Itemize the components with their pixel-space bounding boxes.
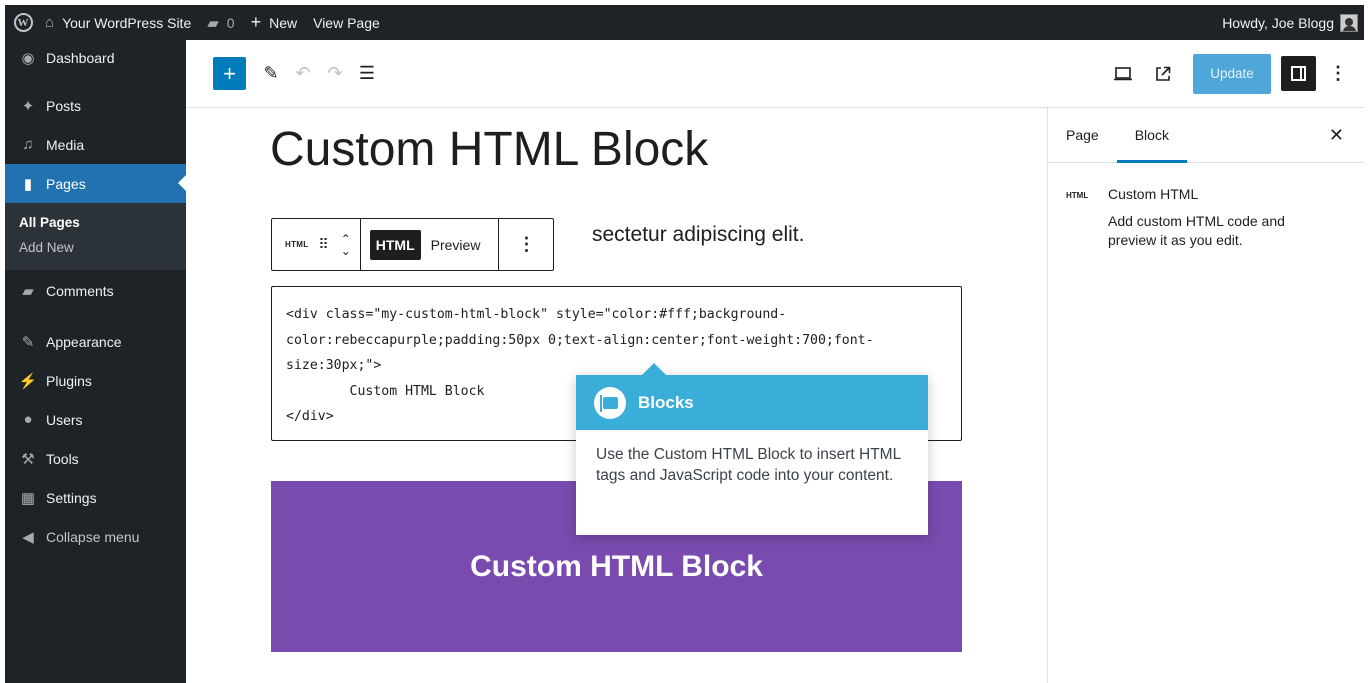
edit-mode-button[interactable]: ✎	[255, 57, 287, 90]
block-card: HTML Custom HTML Add custom HTML code an…	[1048, 163, 1364, 273]
pointer-title: Blocks	[638, 392, 694, 412]
document-overview-button[interactable]: ☰	[351, 57, 383, 90]
admin-bar: W ⌂ Your WordPress Site ▰ 0 + New View P…	[5, 5, 1364, 40]
sidebar-item-appearance[interactable]: ✎ Appearance	[5, 322, 186, 361]
sidebar-item-label: Appearance	[46, 333, 122, 350]
blocks-tour-pointer: Blocks Use the Custom HTML Block to inse…	[576, 363, 928, 535]
settings-icon: ▦	[20, 489, 36, 507]
plug-icon: ⚡	[18, 372, 38, 390]
flag-icon	[594, 386, 626, 419]
sidebar-item-label: Dashboard	[46, 50, 115, 66]
my-account-link[interactable]: Howdy, Joe Blogg	[1214, 5, 1358, 40]
media-icon: ♫	[22, 136, 34, 153]
html-preview-tabs: HTML Preview	[361, 219, 500, 270]
tab-html[interactable]: HTML	[369, 229, 421, 260]
comments-count: 0	[226, 14, 235, 31]
pointer-body: Use the Custom HTML Block to insert HTML…	[596, 446, 901, 484]
submenu-item-add-new[interactable]: Add New	[5, 235, 186, 260]
comments-link[interactable]: ▰ 0	[199, 5, 242, 40]
more-options-icon: ⋮	[517, 234, 536, 254]
pointer-header: Blocks	[576, 363, 928, 430]
sidebar-item-settings[interactable]: ▦ Settings	[5, 478, 186, 517]
block-switcher[interactable]: HTML ⠿ ⌃ ⌄	[272, 219, 361, 270]
drag-handle-icon[interactable]: ⠿	[318, 236, 328, 253]
move-down-icon[interactable]: ⌄	[341, 245, 351, 257]
view-page-label: View Page	[313, 14, 380, 31]
sidebar-item-label: Tools	[46, 450, 79, 467]
block-toolbar: HTML ⠿ ⌃ ⌄ HTML Preview ⋮	[271, 218, 555, 271]
options-menu-button[interactable]: ⋮	[1322, 57, 1354, 90]
page-title[interactable]: Custom HTML Block	[270, 122, 708, 177]
preview-device-button[interactable]	[1107, 57, 1139, 90]
home-icon: ⌂	[45, 14, 55, 31]
sidebar-item-label: Settings	[46, 489, 97, 506]
block-movers: ⌃ ⌄	[341, 233, 351, 257]
pages-icon: ▮	[23, 175, 33, 193]
dashboard-icon: ◉	[21, 50, 35, 67]
admin-sidebar: ◉ Dashboard ✦ Posts ♫ Media ▮ Pages All …	[5, 40, 186, 683]
sidebar-item-label: Users	[46, 411, 83, 428]
pages-submenu: All Pages Add New	[5, 203, 186, 270]
inspector-tabs: Page Block ✕	[1048, 108, 1364, 163]
avatar	[1340, 13, 1358, 32]
preview-text: Custom HTML Block	[470, 549, 763, 583]
site-name-label: Your WordPress Site	[62, 14, 192, 31]
tab-preview[interactable]: Preview	[421, 237, 487, 253]
users-icon: ●	[23, 411, 33, 428]
new-content-link[interactable]: + New	[243, 5, 306, 40]
sidebar-item-users[interactable]: ● Users	[5, 400, 186, 439]
sidebar-item-comments[interactable]: ▰ Comments	[5, 270, 186, 312]
wordpress-logo-icon[interactable]: W	[9, 9, 37, 37]
laptop-icon	[1114, 66, 1132, 80]
block-description: Add custom HTML code and preview it as y…	[1108, 213, 1285, 248]
sidebar-item-tools[interactable]: ⚒ Tools	[5, 439, 186, 478]
sidebar-item-pages[interactable]: ▮ Pages	[5, 164, 186, 203]
sidebar-item-label: Media	[46, 136, 85, 153]
editor-toolbar: + ✎ ↶ ↷ ☰ Update ⋮	[186, 40, 1364, 108]
sidebar-item-label: Collapse menu	[46, 528, 140, 545]
paragraph-text: sectetur adipiscing elit.	[592, 223, 805, 246]
sidebar-item-dashboard[interactable]: ◉ Dashboard	[5, 40, 186, 76]
sidebar-panel-icon	[1291, 66, 1306, 81]
comment-icon: ▰	[207, 14, 219, 32]
site-name-link[interactable]: ⌂ Your WordPress Site	[37, 5, 199, 40]
block-inserter-button[interactable]: +	[213, 57, 246, 90]
block-inspector: Page Block ✕ HTML Custom HTML Add custom…	[1047, 108, 1364, 683]
close-icon[interactable]: ✕	[1329, 125, 1344, 146]
tab-page[interactable]: Page	[1048, 108, 1117, 163]
block-options[interactable]: ⋮	[499, 219, 553, 270]
collapse-menu-button[interactable]: ◀ Collapse menu	[5, 517, 186, 556]
sidebar-item-media[interactable]: ♫ Media	[5, 125, 186, 164]
collapse-icon: ◀	[22, 528, 34, 546]
submenu-item-all-pages[interactable]: All Pages	[5, 210, 186, 235]
html-block-icon: HTML	[285, 240, 309, 249]
plus-icon: +	[250, 12, 262, 32]
brush-icon: ✎	[21, 333, 35, 351]
pin-icon: ✦	[21, 97, 35, 115]
sidebar-item-label: Comments	[46, 283, 114, 299]
redo-button[interactable]: ↷	[319, 57, 351, 90]
view-page-link[interactable]: View Page	[305, 5, 388, 40]
sidebar-item-label: Plugins	[46, 372, 92, 389]
html-block-icon: HTML	[1066, 191, 1089, 200]
view-page-external-button[interactable]	[1147, 57, 1179, 90]
tab-block[interactable]: Block	[1117, 108, 1187, 163]
sidebar-item-label: Pages	[46, 175, 86, 192]
block-name: Custom HTML	[1108, 186, 1199, 202]
new-label: New	[269, 14, 298, 31]
undo-button[interactable]: ↶	[287, 57, 319, 90]
sidebar-item-plugins[interactable]: ⚡ Plugins	[5, 361, 186, 400]
settings-sidebar-toggle[interactable]	[1281, 56, 1316, 91]
comment-icon: ▰	[22, 283, 34, 300]
update-button[interactable]: Update	[1193, 53, 1271, 94]
wrench-icon: ⚒	[21, 450, 35, 468]
greeting-label: Howdy, Joe Blogg	[1222, 14, 1334, 31]
sidebar-item-posts[interactable]: ✦ Posts	[5, 86, 186, 125]
sidebar-item-label: Posts	[46, 97, 82, 114]
move-up-icon[interactable]: ⌃	[341, 233, 351, 245]
external-link-icon	[1156, 66, 1171, 81]
